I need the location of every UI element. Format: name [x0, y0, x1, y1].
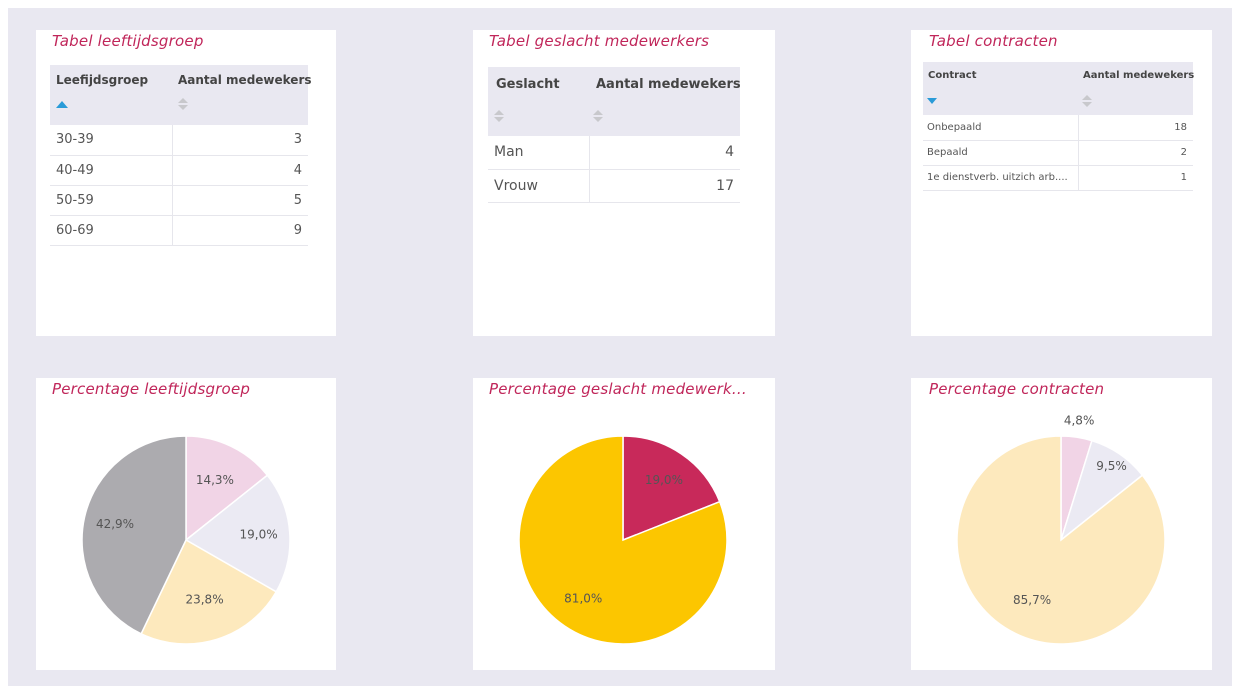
count-column-header[interactable]: Aantal medewekers: [589, 67, 741, 136]
contract-column-header[interactable]: Contract: [923, 62, 1078, 115]
sort-ascending-icon[interactable]: [56, 99, 68, 113]
pie-slice-label: 81,0%: [564, 591, 602, 605]
table-row[interactable]: Man 4: [488, 136, 740, 170]
pie-slice-label: 85,7%: [1013, 593, 1051, 607]
row-value: 4: [171, 155, 308, 186]
table-row[interactable]: Onbepaald 18: [923, 115, 1193, 141]
row-label: 60-69: [50, 215, 172, 246]
row-value: 2: [1077, 140, 1193, 166]
pie-slice-label: 42,9%: [96, 517, 134, 531]
contracts-table: Contract Aantal medewekers Onbepaald 18 Be…: [923, 62, 1195, 191]
age-column-label: Leefijdsgroep: [56, 73, 149, 87]
age-pie-card: Percentage leeftijdsgroep 14,3% 19,0% 23,8…: [36, 378, 336, 670]
pie-slice-label: 14,3%: [196, 473, 234, 487]
table-row[interactable]: 1e dienstverb. uitzich arb.... 1: [923, 165, 1193, 191]
sort-icon[interactable]: [1082, 95, 1092, 109]
row-label: 40-49: [50, 155, 172, 186]
pie-slice-label: 19,0%: [645, 473, 683, 487]
contracts-pie-chart: 4,8% 9,5% 85,7%: [956, 414, 1166, 645]
count-column-header[interactable]: Aantal medewekers: [1078, 62, 1195, 115]
row-label: 1e dienstverb. uitzich arb....: [923, 165, 1078, 191]
row-label: 50-59: [50, 185, 172, 216]
contract-column-label: Contract: [928, 70, 977, 81]
table-row[interactable]: Bepaald 2: [923, 140, 1193, 166]
table-row[interactable]: 40-49 4: [50, 155, 308, 186]
row-label: Onbepaald: [923, 115, 1078, 141]
age-pie-chart: 14,3% 19,0% 23,8% 42,9%: [81, 435, 291, 645]
age-column-header[interactable]: Leefijdsgroep: [50, 65, 172, 125]
row-value: 4: [588, 136, 740, 170]
gender-pie-card: Percentage geslacht medewerk... 19,0% 81,…: [473, 378, 775, 670]
count-column-label: Aantal medewekers: [178, 73, 312, 87]
sort-icon[interactable]: [178, 98, 188, 112]
row-value: 18: [1077, 115, 1193, 141]
age-table: Leefijdsgroep Aantal medewekers 30-39 3 40…: [50, 65, 312, 246]
gender-table-card: Tabel geslacht medewerkers Geslacht Aant…: [473, 30, 775, 336]
gender-table-title: Tabel geslacht medewerkers: [489, 32, 710, 50]
gender-column-header[interactable]: Geslacht: [488, 67, 589, 136]
pie-slice-label: 9,5%: [1096, 459, 1127, 473]
row-value: 1: [1077, 165, 1193, 191]
sort-descending-icon[interactable]: [927, 95, 937, 109]
table-row[interactable]: 30-39 3: [50, 125, 308, 156]
age-table-card: Tabel leeftijdsgroep Leefijdsgroep Aanta…: [36, 30, 336, 336]
row-label: Bepaald: [923, 140, 1078, 166]
sort-icon[interactable]: [494, 110, 504, 124]
table-row[interactable]: 60-69 9: [50, 215, 308, 246]
row-label: Vrouw: [488, 169, 589, 203]
gender-table: Geslacht Aantal medewekers Man 4 Vrouw 17: [488, 67, 741, 203]
pie-slice-label: 23,8%: [185, 593, 223, 607]
gender-column-label: Geslacht: [496, 77, 560, 92]
table-row[interactable]: 50-59 5: [50, 185, 308, 216]
table-row[interactable]: Vrouw 17: [488, 169, 740, 203]
count-column-label: Aantal medewekers: [596, 77, 741, 92]
row-label: Man: [488, 136, 589, 170]
contracts-table-card: Tabel contracten Contract Aantal medewek…: [911, 30, 1212, 336]
pie-slice-label: 4,8%: [1064, 414, 1095, 428]
row-label: 30-39: [50, 125, 172, 156]
age-table-title: Tabel leeftijdsgroep: [52, 32, 204, 50]
pie-slice-label: 19,0%: [240, 528, 278, 542]
row-value: 17: [588, 169, 740, 203]
gender-pie-chart: 19,0% 81,0%: [518, 435, 728, 645]
contracts-table-title: Tabel contracten: [929, 32, 1058, 50]
count-column-header[interactable]: Aantal medewekers: [172, 65, 312, 125]
row-value: 5: [171, 185, 308, 216]
count-column-label: Aantal medewekers: [1083, 70, 1195, 81]
contracts-pie-card: Percentage contracten 4,8% 9,5% 85,7%: [911, 378, 1212, 670]
row-value: 9: [171, 215, 308, 246]
sort-icon[interactable]: [593, 110, 603, 124]
row-value: 3: [171, 125, 308, 156]
